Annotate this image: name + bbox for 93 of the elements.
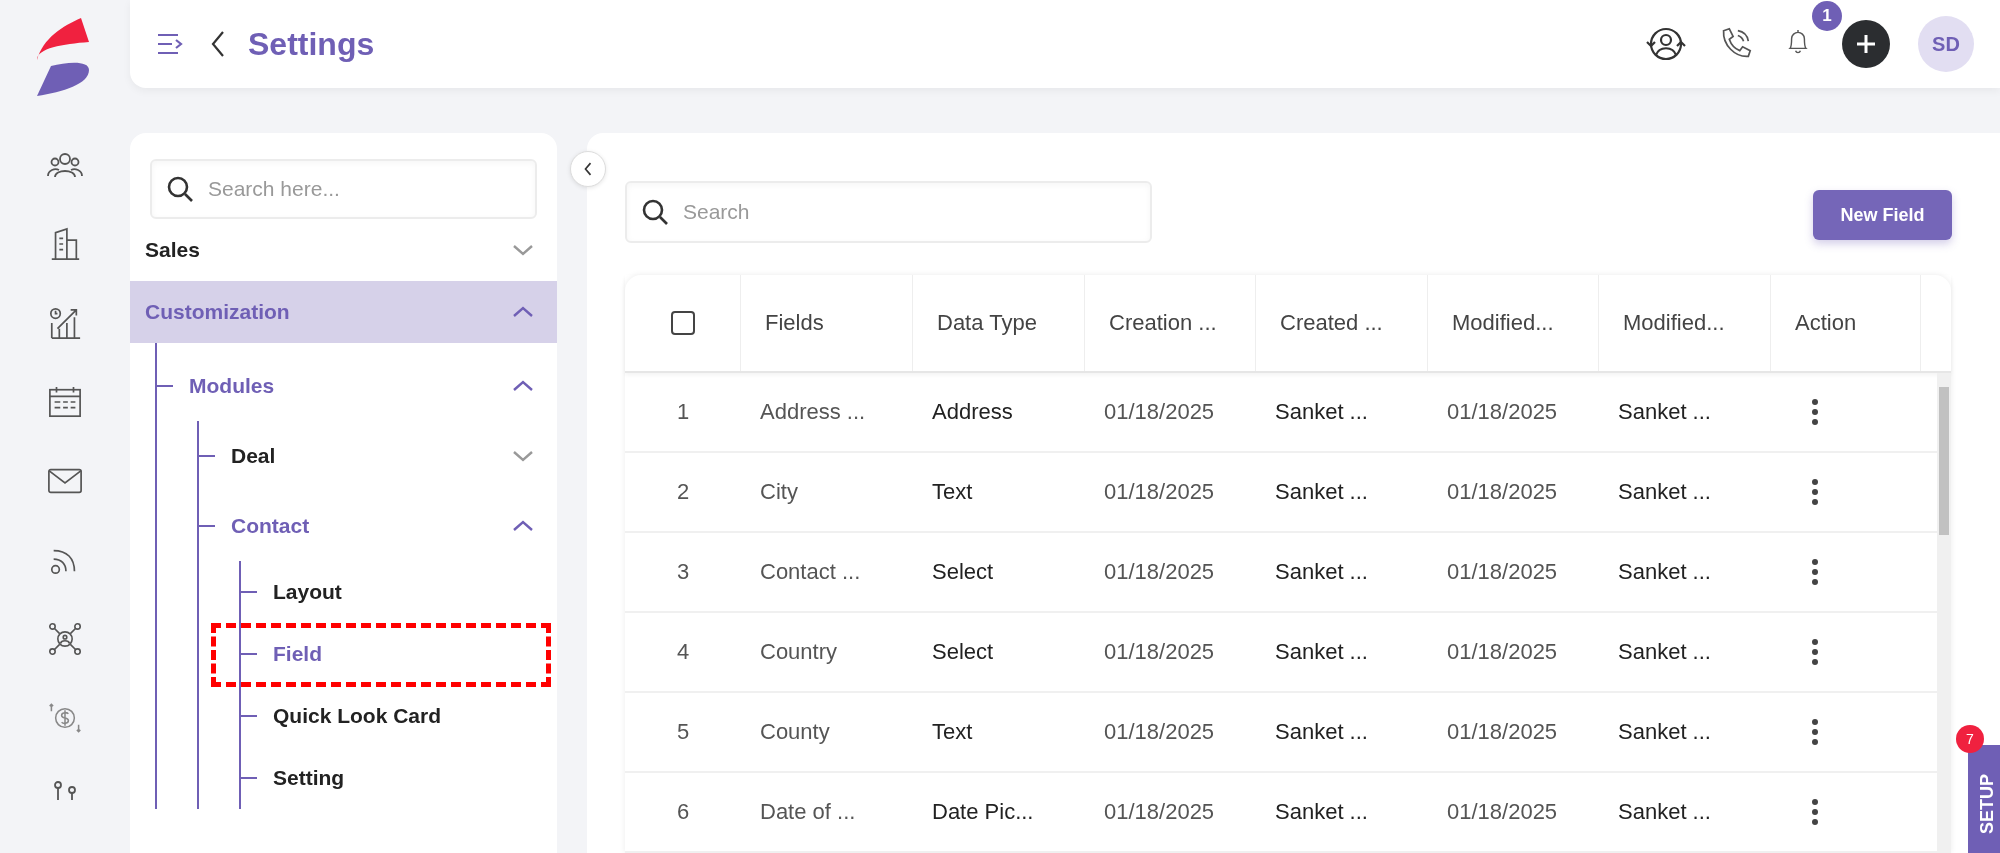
sidebar-item[interactable]: Customization (130, 281, 557, 343)
table-cell-text: Sanket ... (1274, 798, 1369, 826)
sidebar-item[interactable]: Layout (273, 561, 557, 623)
table-cell-text: Text (931, 478, 974, 506)
row-number: 4 (675, 638, 691, 666)
sidebar-item[interactable]: Contact (231, 491, 557, 561)
row-number: 5 (675, 718, 691, 746)
column-header[interactable]: Action (1771, 275, 1921, 371)
sidebar-item[interactable]: Field (273, 623, 557, 685)
table-cell-text: Select (931, 558, 995, 586)
table-cell-text: 01/18/2025 (1103, 718, 1216, 746)
table-cell-text: Sanket ... (1274, 638, 1369, 666)
table-cell-text: 01/18/2025 (1446, 558, 1559, 586)
table-cell-text: Address (931, 398, 1014, 426)
dollar-icon[interactable] (47, 701, 83, 735)
chart-icon[interactable] (47, 306, 83, 340)
table-cell-text: Address ... (759, 398, 867, 426)
network-icon[interactable] (47, 622, 83, 656)
column-header[interactable]: Created ... (1256, 275, 1428, 371)
search-icon (166, 175, 194, 203)
table-cell-text: Contact ... (759, 558, 862, 586)
table-cell-text: Sanket ... (1274, 558, 1369, 586)
table-cell-text: 01/18/2025 (1103, 478, 1216, 506)
notification-badge: 1 (1812, 1, 1842, 31)
scrollbar[interactable] (1937, 373, 1951, 853)
table-cell-text: Sanket ... (1274, 478, 1369, 506)
sidebar-item[interactable]: Modules (189, 351, 557, 421)
table-cell-text: Text (931, 718, 974, 746)
table-cell-text: Date Pic... (931, 798, 1035, 826)
more-icon[interactable] (1811, 798, 1819, 826)
calendar-icon[interactable] (47, 385, 83, 419)
sidebar-item[interactable]: Sales (130, 219, 557, 281)
more-icon[interactable] (1811, 638, 1819, 666)
sidebar-item[interactable]: Deal (231, 421, 557, 491)
setup-tab[interactable]: SETUP (1968, 745, 2000, 853)
table-cell-text: Sanket ... (1617, 398, 1712, 426)
table-cell-text: City (759, 478, 799, 506)
table-cell-text: Sanket ... (1617, 798, 1712, 826)
column-header[interactable]: Creation ... (1085, 275, 1256, 371)
table-cell-text: Sanket ... (1617, 478, 1712, 506)
column-header[interactable]: Fields (741, 275, 913, 371)
table-cell-text: 01/18/2025 (1446, 638, 1559, 666)
table-cell-text: 01/18/2025 (1446, 798, 1559, 826)
table-cell-text: Sanket ... (1274, 718, 1369, 746)
table-cell-text: 01/18/2025 (1103, 638, 1216, 666)
table-cell-text: Sanket ... (1617, 558, 1712, 586)
sidebar-search-box[interactable]: Search here... (150, 159, 537, 219)
select-all-checkbox[interactable] (670, 311, 695, 335)
search-field[interactable]: Search (683, 190, 1136, 234)
sidebar-search-field[interactable]: Search here... (208, 167, 521, 211)
chevron-icon (511, 243, 535, 257)
more-icon[interactable] (1811, 478, 1819, 506)
column-header[interactable]: Modified... (1428, 275, 1599, 371)
chevron-icon (511, 379, 535, 393)
row-number: 6 (675, 798, 691, 826)
sidebar-item[interactable]: Quick Look Card (273, 685, 557, 747)
search-icon (641, 198, 669, 226)
table-cell-text: 01/18/2025 (1103, 798, 1216, 826)
plus-icon (1854, 32, 1878, 56)
table-cell-text: County (759, 718, 831, 746)
row-number: 2 (675, 478, 691, 506)
scrollbar-thumb[interactable] (1939, 387, 1949, 535)
sidebar-item[interactable]: Setting (273, 747, 557, 809)
table-cell-text: Sanket ... (1617, 638, 1712, 666)
add-button[interactable] (1842, 20, 1890, 68)
new-field-button[interactable]: New Field (1813, 190, 1952, 240)
chevron-icon (511, 449, 535, 463)
table-cell-text: Sanket ... (1617, 718, 1712, 746)
table-cell-text: 01/18/2025 (1103, 558, 1216, 586)
table-cell-text: 01/18/2025 (1446, 398, 1559, 426)
table-cell-text: 01/18/2025 (1446, 478, 1559, 506)
row-number: 1 (675, 398, 691, 426)
table-cell-text: Date of ... (759, 798, 857, 826)
table-cell-text: 01/18/2025 (1446, 718, 1559, 746)
more-icon[interactable] (1811, 398, 1819, 426)
collapse-button[interactable] (570, 151, 606, 187)
chevron-left-icon (583, 161, 593, 177)
search-box[interactable]: Search (625, 181, 1152, 243)
column-header[interactable]: Modified... (1599, 275, 1771, 371)
table-cell-text: Select (931, 638, 995, 666)
more-icon[interactable] (1811, 558, 1819, 586)
user-avatar[interactable]: SD (1918, 16, 1974, 72)
chevron-icon (511, 519, 535, 533)
page-title: Settings (248, 25, 375, 63)
table-cell-text: 01/18/2025 (1103, 398, 1216, 426)
column-header[interactable]: Data Type (913, 275, 1085, 371)
back-icon[interactable] (210, 30, 226, 58)
more-icon[interactable] (1811, 718, 1819, 746)
table-cell-text: Sanket ... (1274, 398, 1369, 426)
table-cell-text: Country (759, 638, 839, 666)
row-number: 3 (675, 558, 691, 586)
menu-icon[interactable] (156, 32, 184, 56)
chevron-icon (511, 305, 535, 319)
